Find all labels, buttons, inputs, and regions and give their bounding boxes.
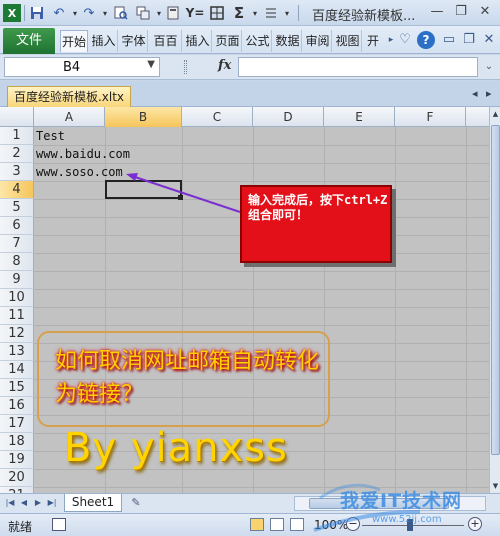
- status-bar: 就绪 100% − +: [0, 513, 500, 536]
- tab-home[interactable]: 开始: [60, 30, 88, 52]
- separator: [298, 5, 299, 21]
- tab-view[interactable]: 视图: [334, 30, 362, 52]
- close-icon[interactable]: ✕: [476, 3, 494, 21]
- tab-scroll-icon[interactable]: ▸: [486, 87, 492, 100]
- tab-insert[interactable]: 插入: [90, 30, 118, 52]
- insert-sheet-icon[interactable]: ✎: [126, 496, 146, 510]
- tab-font[interactable]: 字体: [120, 30, 148, 52]
- document-tab-strip: 百度经验新模板.xltx ◂ ▸: [0, 81, 500, 107]
- close-workbook-icon[interactable]: ✕: [480, 31, 498, 49]
- macro-record-icon[interactable]: [52, 518, 66, 531]
- calculator-icon[interactable]: [164, 4, 182, 22]
- spreadsheet-grid[interactable]: A B C D E F 1 2 3 4 5 6 7 8 9 10 11 12 13 14 15 16 17 18 1…: [0, 107, 489, 493]
- next-sheet-icon[interactable]: ▶: [32, 496, 44, 510]
- expand-formula-icon[interactable]: ⌄: [482, 58, 496, 76]
- document-tab[interactable]: 百度经验新模板.xltx: [7, 86, 131, 107]
- status-ready: 就绪: [8, 520, 33, 534]
- tab-data[interactable]: 数据: [274, 30, 302, 52]
- insert-function-button[interactable]: fx: [218, 58, 231, 73]
- page-break-view-icon[interactable]: [290, 518, 304, 531]
- zoom-out-button[interactable]: −: [346, 517, 360, 531]
- banner-text: 如何取消网址邮箱自动转化为链接？: [55, 349, 320, 407]
- name-box[interactable]: B4 ▼: [4, 57, 160, 77]
- last-sheet-icon[interactable]: ▶|: [46, 496, 58, 510]
- tab-list-icon[interactable]: ◂: [472, 87, 478, 100]
- scroll-down-icon[interactable]: ▼: [490, 479, 500, 493]
- callout-text: 输入完成后，按下ctrl+Z组合即可！: [248, 193, 388, 222]
- sheet-tab-bar: |◀ ◀ ▶ ▶| Sheet1 ✎: [0, 493, 500, 513]
- zoom-slider-track[interactable]: [362, 525, 464, 526]
- formula-splitter[interactable]: [184, 60, 187, 74]
- print-preview-icon[interactable]: [112, 4, 130, 22]
- excel-logo-icon[interactable]: X: [3, 4, 21, 22]
- favorite-icon[interactable]: ♡: [396, 31, 414, 49]
- page-layout-view-icon[interactable]: [270, 518, 284, 531]
- formula-input[interactable]: [238, 57, 478, 77]
- instruction-callout: 输入完成后，按下ctrl+Z组合即可！: [240, 185, 392, 263]
- zoom-slider-thumb[interactable]: [407, 519, 413, 531]
- tab-insert-2[interactable]: 插入: [184, 30, 212, 52]
- horizontal-scrollbar[interactable]: [294, 496, 486, 511]
- tab-formulas[interactable]: 公式: [244, 30, 272, 52]
- scroll-up-icon[interactable]: ▲: [490, 107, 500, 121]
- minimize-icon[interactable]: —: [428, 3, 446, 21]
- title-bar: X ↶ ▾ ↷ ▾ ▾ Y= Σ ▾ ▾ 百度经验新模板... — ❐ ✕: [0, 0, 500, 26]
- zoom-in-button[interactable]: +: [468, 517, 482, 531]
- tab-page-layout[interactable]: 页面: [214, 30, 242, 52]
- filter-icon[interactable]: Y=: [186, 4, 205, 22]
- minimize-ribbon-icon[interactable]: ▭: [440, 31, 458, 49]
- tab-review[interactable]: 审阅: [304, 30, 332, 52]
- file-tab[interactable]: 文件: [3, 28, 55, 54]
- window-title: 百度经验新模板...: [312, 9, 416, 24]
- first-sheet-icon[interactable]: |◀: [4, 496, 16, 510]
- separator: [24, 5, 25, 21]
- tab-developer[interactable]: 开: [364, 30, 382, 52]
- chevron-down-icon[interactable]: ▼: [147, 59, 155, 70]
- author-byline: By yianxss: [64, 425, 288, 471]
- sheet-tab-sheet1[interactable]: Sheet1: [64, 494, 122, 512]
- tab-baibai[interactable]: 百百: [150, 30, 182, 52]
- ribbon-tabs: 文件 开始 插入 字体 百百 插入 页面 公式 数据 审阅 视图 开 ▸ ♡ ?…: [0, 26, 500, 54]
- horizontal-scroll-thumb[interactable]: [309, 498, 449, 509]
- normal-view-icon[interactable]: [250, 518, 264, 531]
- borders-icon[interactable]: [208, 4, 226, 22]
- save-icon[interactable]: [28, 4, 46, 22]
- title-banner: 如何取消网址邮箱自动转化为链接？: [37, 331, 330, 427]
- help-icon[interactable]: ?: [417, 31, 435, 49]
- vertical-scroll-thumb[interactable]: [491, 125, 500, 455]
- zoom-level[interactable]: 100%: [314, 518, 348, 532]
- restore-workbook-icon[interactable]: ❐: [460, 31, 478, 49]
- restore-icon[interactable]: ❐: [452, 3, 470, 21]
- prev-sheet-icon[interactable]: ◀: [18, 496, 30, 510]
- formula-bar: B4 ▼ fx ⌄: [0, 55, 500, 80]
- customize-quick-access-icon[interactable]: ▾: [278, 4, 296, 22]
- vertical-scrollbar[interactable]: ▲ ▼: [489, 107, 500, 493]
- name-box-value: B4: [63, 60, 81, 75]
